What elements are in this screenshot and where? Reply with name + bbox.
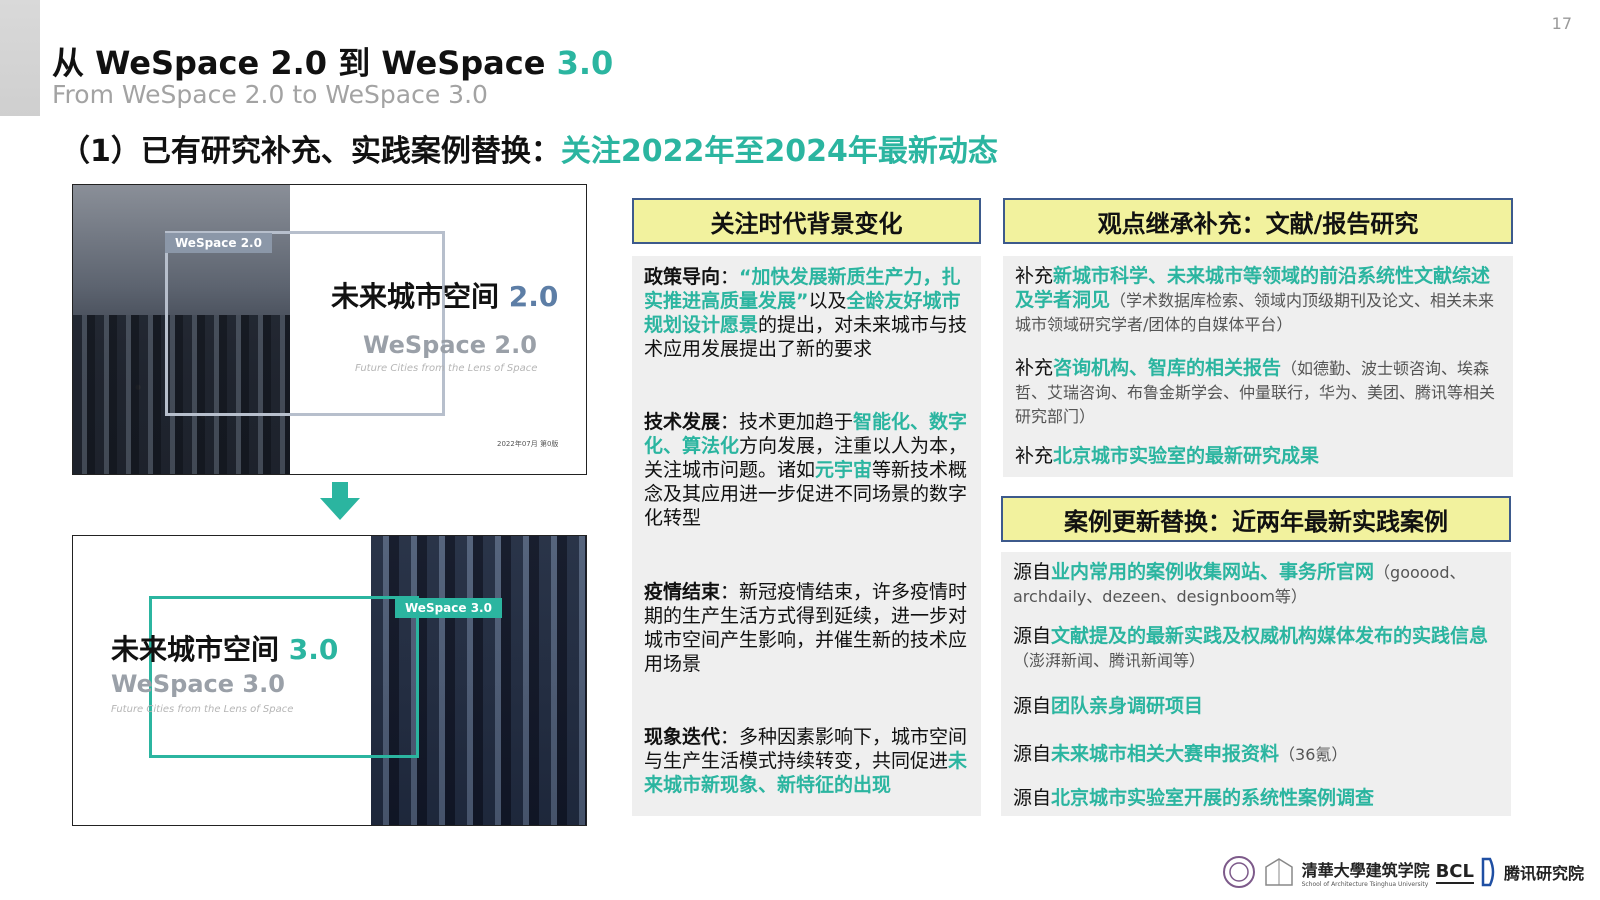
bcl-logo: BCL [1435,860,1474,884]
frame-outline [165,231,445,416]
page-subtitle: From WeSpace 2.0 to WeSpace 3.0 [52,80,488,109]
architecture-school-icon [1264,858,1293,886]
thumb-footer: 2022年07月 第0版 [497,440,559,448]
version-tag: WeSpace 2.0 [165,233,272,253]
item-phenomena: 现象迭代：多种因素影响下，城市空间与生产生活模式持续转变，共同促进未来城市新现象… [644,726,968,796]
down-arrow-icon [320,482,360,520]
item-case-bcl-survey: 源自北京城市实验室开展的系统性案例调查 [1013,787,1375,809]
item-case-websites: 源自业内常用的案例收集网站、事务所官网（gooood、archdaily、dez… [1013,561,1466,606]
item-tech: 技术发展：技术更加趋于智能化、数字化、算法化方向发展，注重以人为本，关注城市问题… [644,411,968,529]
slide-thumbnail-2: WeSpace 2.0 未来城市空间 2.0 WeSpace 2.0 Futur… [72,184,587,475]
page-number: 17 [1551,14,1572,33]
item-reports: 补充咨询机构、智库的相关报告（如德勤、波士顿咨询、埃森哲、艾瑞咨询、布鲁金斯学会… [1015,357,1496,426]
panel-header-background: 案例更新替换：近两年最新实践案例 [1001,496,1511,542]
section-heading: （1）已有研究补充、实践案例替换：关注2022年至2024年最新动态 [60,126,998,170]
thumb-brand: WeSpace 2.0 [363,331,537,359]
item-case-literature: 源自文献提及的最新实践及权威机构媒体发布的实践信息（澎湃新闻、腾讯新闻等） [1013,625,1489,670]
corner-decoration [0,0,40,116]
panel-header-background: 关注时代背景变化 [632,198,981,244]
item-case-fieldwork: 源自团队亲身调研项目 [1013,695,1204,717]
section-highlight: 关注2022年至2024年最新动态 [560,134,998,169]
item-policy: 政策导向：“加快发展新质生产力，扎实推进高质量发展”以及全龄友好城市规划设计愿景… [644,266,968,360]
footer-logos: 清華大學建筑学院 School of Architecture Tsinghua… [1222,852,1584,892]
title-prefix: 从 WeSpace 2.0 到 WeSpace [52,44,557,82]
tsinghua-logo: 清華大學建筑学院 School of Architecture Tsinghua… [1301,860,1430,888]
item-literature: 补充新城市科学、未来城市等领域的前沿系统性文献综述及学者洞见（学术数据库检索、领… [1015,265,1495,334]
page-title: 从 WeSpace 2.0 到 WeSpace 3.0 [52,38,613,84]
title-highlight: 3.0 [556,44,614,82]
thumb-brand: WeSpace 3.0 [111,670,285,698]
tsinghua-seal-icon [1222,856,1255,888]
item-case-competition: 源自未来城市相关大赛申报资料（36氪） [1013,743,1348,765]
panel-header-background: 观点继承补充：文献/报告研究 [1003,198,1513,244]
slide-thumbnail-3: WeSpace 3.0 未来城市空间 3.0 WeSpace 3.0 Futur… [72,535,587,826]
section-lead: （1）已有研究补充、实践案例替换： [60,134,561,169]
thumb-tagline: Future Cities from the Lens of Space [111,704,294,715]
thumb-tagline: Future Cities from the Lens of Space [355,363,538,374]
item-bcl-research: 补充北京城市实验室的最新研究成果 [1015,445,1320,467]
tencent-logo-icon [1481,857,1495,887]
item-pandemic: 疫情结束：新冠疫情结束，许多疫情时期的生产生活方式得到延续，进一步对城市空间产生… [644,581,968,675]
thumb-title: 未来城市空间 2.0 [331,280,559,313]
tencent-research-logo: 腾讯研究院 [1503,864,1584,883]
version-tag: WeSpace 3.0 [395,598,502,618]
thumb-title: 未来城市空间 3.0 [111,633,339,666]
